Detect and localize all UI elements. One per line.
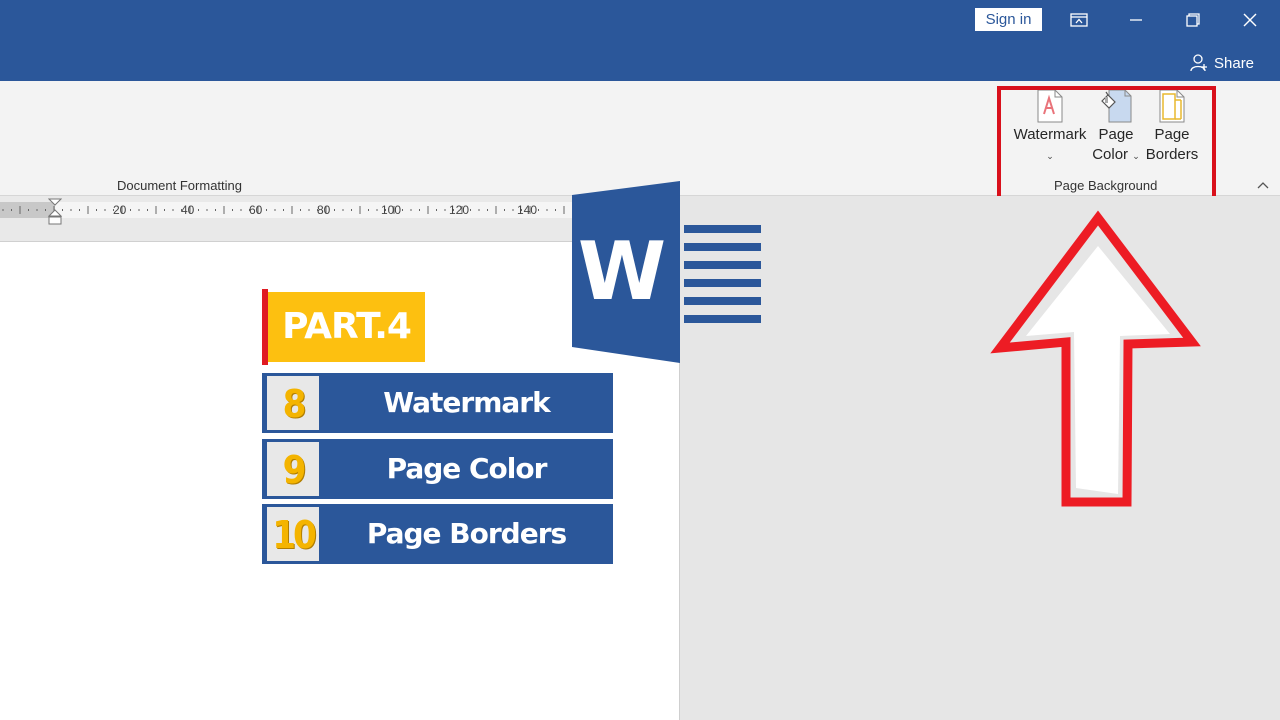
indent-marker-icon[interactable] [48, 198, 62, 226]
ruler-number: 120 [449, 203, 470, 217]
item-number: 8 [267, 376, 319, 430]
ruler-number: 20 [113, 203, 127, 217]
share-button[interactable]: Share [1190, 52, 1254, 74]
title-bar: Sign in Share [0, 0, 1280, 81]
item-label: Watermark [383, 386, 550, 419]
ruler-number: 80 [317, 203, 331, 217]
sign-in-button[interactable]: Sign in [975, 8, 1042, 31]
item-label: Page Color [386, 452, 548, 485]
ruler-number: 140 [517, 203, 538, 217]
item-label: Page Borders [366, 517, 567, 550]
svg-text:W: W [578, 225, 666, 318]
up-arrow-icon [990, 210, 1201, 507]
collapse-ribbon-icon[interactable] [1256, 178, 1270, 192]
share-label: Share [1214, 54, 1255, 72]
item-number: 9 [267, 442, 319, 496]
close-icon[interactable] [1230, 6, 1270, 34]
ruler-number: 40 [181, 203, 195, 217]
person-add-icon [1190, 54, 1207, 72]
list-item: 8 Watermark [262, 373, 613, 433]
document-formatting-group-label: Document Formatting [117, 178, 242, 193]
list-item: 10 Page Borders [262, 504, 613, 564]
word-logo-icon: W [572, 181, 761, 363]
part-title: PART.4 [268, 292, 425, 362]
ribbon-display-options-icon[interactable] [1059, 6, 1099, 34]
list-item: 9 Page Color [262, 439, 613, 499]
item-number: 10 [267, 507, 319, 561]
minimize-icon[interactable] [1116, 6, 1156, 34]
restore-icon[interactable] [1173, 6, 1213, 34]
ruler-number: 60 [249, 203, 263, 217]
ruler-number: 100 [381, 203, 402, 217]
page-background-highlight-box [997, 86, 1216, 200]
